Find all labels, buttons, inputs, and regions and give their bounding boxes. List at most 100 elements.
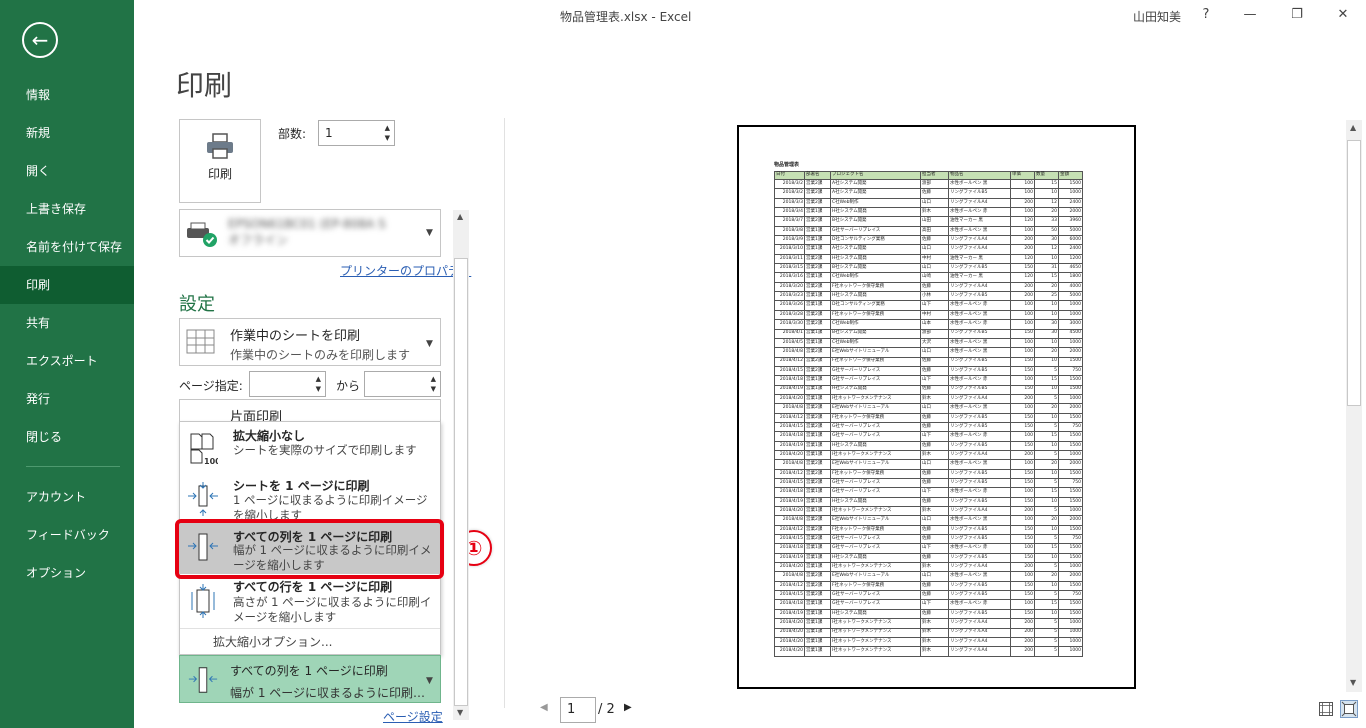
sheet-cell: G社サーバーリプレイス	[830, 226, 921, 237]
sheet-cell: F社ネットワーク保守業務	[830, 469, 921, 480]
restore-button[interactable]: ❐	[1282, 4, 1312, 26]
sheet-cell: 1000	[1058, 394, 1083, 405]
nav-item-export[interactable]: エクスポート	[0, 342, 134, 380]
minimize-button[interactable]: —	[1235, 4, 1265, 26]
sheet-cell: 10	[1034, 469, 1059, 480]
print-button[interactable]: 印刷	[179, 119, 261, 203]
nav-item-feedback[interactable]: フィードバック	[0, 516, 134, 554]
nav-item-publish[interactable]: 発行	[0, 380, 134, 418]
nav-item-save[interactable]: 上書き保存	[0, 190, 134, 228]
sheet-cell: 200	[1010, 244, 1035, 255]
sheet-cell: 150	[1010, 609, 1035, 620]
back-button[interactable]: ←	[22, 22, 58, 58]
sheet-cell: 営業2課	[804, 357, 831, 367]
sheet-cell: H社システム開発	[830, 207, 921, 218]
copies-stepper[interactable]: 1 ▲ ▼	[318, 120, 395, 146]
sheet-cell: 150	[1010, 413, 1035, 423]
menu-item-fit-rows[interactable]: すべての行を 1 ページに印刷 高さが 1 ページに収まるように印刷イメージを縮…	[180, 574, 440, 628]
pages-to-label: から	[336, 379, 361, 393]
scaling-select-title: すべての列を 1 ページに印刷	[230, 664, 388, 678]
sheet-cell: 水性ボールペン 黒	[948, 571, 1011, 582]
sheet-cell: G社サーバーリプレイス	[830, 534, 921, 545]
sheet-cell: 2000	[1058, 571, 1083, 582]
preview-scrollbar[interactable]: ▲ ▼	[1346, 120, 1362, 692]
help-button[interactable]: ?	[1191, 4, 1221, 26]
sheet-cell: 150	[1010, 534, 1035, 545]
menu-item-no-scaling[interactable]: 100 拡大縮小なし シートを実際のサイズで印刷します	[180, 422, 440, 472]
chevron-down-icon: ▼	[426, 339, 433, 349]
sheet-cell: 1500	[1058, 179, 1083, 190]
sheet-cell: 10	[1034, 581, 1059, 592]
scrollbar-thumb[interactable]	[1347, 140, 1361, 406]
settings-scrollbar[interactable]: ▲ ▼	[453, 210, 469, 720]
pages-to-input[interactable]: ▲ ▼	[364, 371, 441, 397]
sheet-cell: G社サーバーリプレイス	[830, 478, 921, 489]
nav-item-options[interactable]: オプション	[0, 554, 134, 592]
sheet-cell: リングファイルB5	[948, 366, 1011, 377]
sheet-cell: E社Webサイトリニューアル	[830, 571, 921, 582]
sheet-cell: 100	[1010, 431, 1035, 442]
scroll-up-icon[interactable]: ▲	[457, 212, 463, 221]
sheet-cell: 150	[1010, 366, 1035, 377]
sheet-cell: 鈴木	[920, 506, 949, 517]
sheet-cell: 営業2課	[804, 198, 831, 209]
nav-item-account[interactable]: アカウント	[0, 478, 134, 516]
sheet-cell: 100	[1010, 599, 1035, 610]
nav-item-info[interactable]: 情報	[0, 76, 134, 114]
sheet-cell: 2000	[1058, 515, 1083, 526]
nav-item-new[interactable]: 新規	[0, 114, 134, 152]
scrollbar-thumb[interactable]	[454, 258, 468, 706]
sheet-cell: 100	[1010, 300, 1035, 311]
nav-item-save-as[interactable]: 名前を付けて保存	[0, 228, 134, 266]
scroll-up-icon[interactable]: ▲	[1350, 123, 1356, 132]
user-name[interactable]: 山田知美	[1133, 8, 1181, 25]
sheet-cell: 営業1課	[804, 562, 831, 573]
sheet-cell: 水性ボールペン 黒	[948, 459, 1011, 470]
sheet-cell: 佐藤	[920, 413, 949, 423]
zoom-to-page-icon[interactable]	[1340, 700, 1358, 718]
pages-from-input[interactable]: ▲ ▼	[249, 371, 326, 397]
nav-item-open[interactable]: 開く	[0, 152, 134, 190]
print-what-select[interactable]: 作業中のシートを印刷 作業中のシートのみを印刷します ▼	[179, 318, 441, 366]
sheet-cell: 15	[1034, 272, 1059, 283]
sheet-cell: 100	[1010, 487, 1035, 498]
scroll-down-icon[interactable]: ▼	[1350, 678, 1356, 687]
page-number-input[interactable]: 1	[560, 697, 596, 723]
prev-page-button[interactable]: ◀	[540, 702, 548, 713]
stepper-arrows-icon[interactable]: ▲ ▼	[316, 374, 321, 394]
nav-item-print[interactable]: 印刷	[0, 266, 134, 304]
menu-item-fit-sheet[interactable]: シートを 1 ページに印刷 1 ページに収まるように印刷イメージを縮小します	[180, 472, 440, 522]
sheet-cell: 33	[1034, 216, 1059, 227]
stepper-arrows-icon[interactable]: ▲ ▼	[431, 374, 436, 394]
sheet-cell: 1000	[1058, 310, 1083, 321]
printer-icon	[207, 133, 233, 159]
sheet-cell: 佐藤	[920, 441, 949, 451]
stepper-arrows-icon[interactable]: ▲ ▼	[385, 123, 390, 143]
sheet-cell: I社ネットワークメンテナンス	[830, 628, 921, 638]
show-margins-icon[interactable]	[1318, 701, 1334, 717]
sheet-cell: 鈴木	[920, 618, 949, 629]
sheet-cell: G社サーバーリプレイス	[830, 422, 921, 433]
printer-properties-link[interactable]: プリンターのプロパティ	[340, 262, 471, 279]
close-button[interactable]: ✕	[1328, 4, 1358, 26]
nav-item-close[interactable]: 閉じる	[0, 418, 134, 456]
nav-item-share[interactable]: 共有	[0, 304, 134, 342]
sheet-cell: 営業2課	[804, 403, 831, 414]
sheet-cell: 30	[1034, 235, 1059, 246]
sheet-cell: 100	[1010, 188, 1035, 199]
scaling-options-link[interactable]: 拡大縮小オプション...	[213, 633, 332, 650]
sheet-cell: 200	[1010, 618, 1035, 629]
sheet-cell: 営業2課	[804, 571, 831, 582]
sheet-cell: リングファイルA4	[948, 562, 1011, 573]
scroll-down-icon[interactable]: ▼	[457, 708, 463, 717]
sheet-cell: 15	[1034, 179, 1059, 190]
sheet-cell: 200	[1010, 646, 1035, 657]
page-setup-link[interactable]: ページ設定	[383, 708, 443, 725]
menu-item-title: シートを 1 ページに印刷	[233, 479, 370, 493]
next-page-button[interactable]: ▶	[624, 702, 632, 713]
scaling-select[interactable]: すべての列を 1 ページに印刷 幅が 1 ページに収まるように印刷… ▼	[179, 655, 441, 703]
sheet-cell: I社ネットワークメンテナンス	[830, 562, 921, 573]
sheet-cell: 2018/4/20	[774, 637, 805, 648]
sheet-cell: 2018/3/4	[774, 207, 805, 218]
printer-select[interactable]: EPSON61BC01 (EP-808A S オフライン ▼	[179, 209, 441, 257]
